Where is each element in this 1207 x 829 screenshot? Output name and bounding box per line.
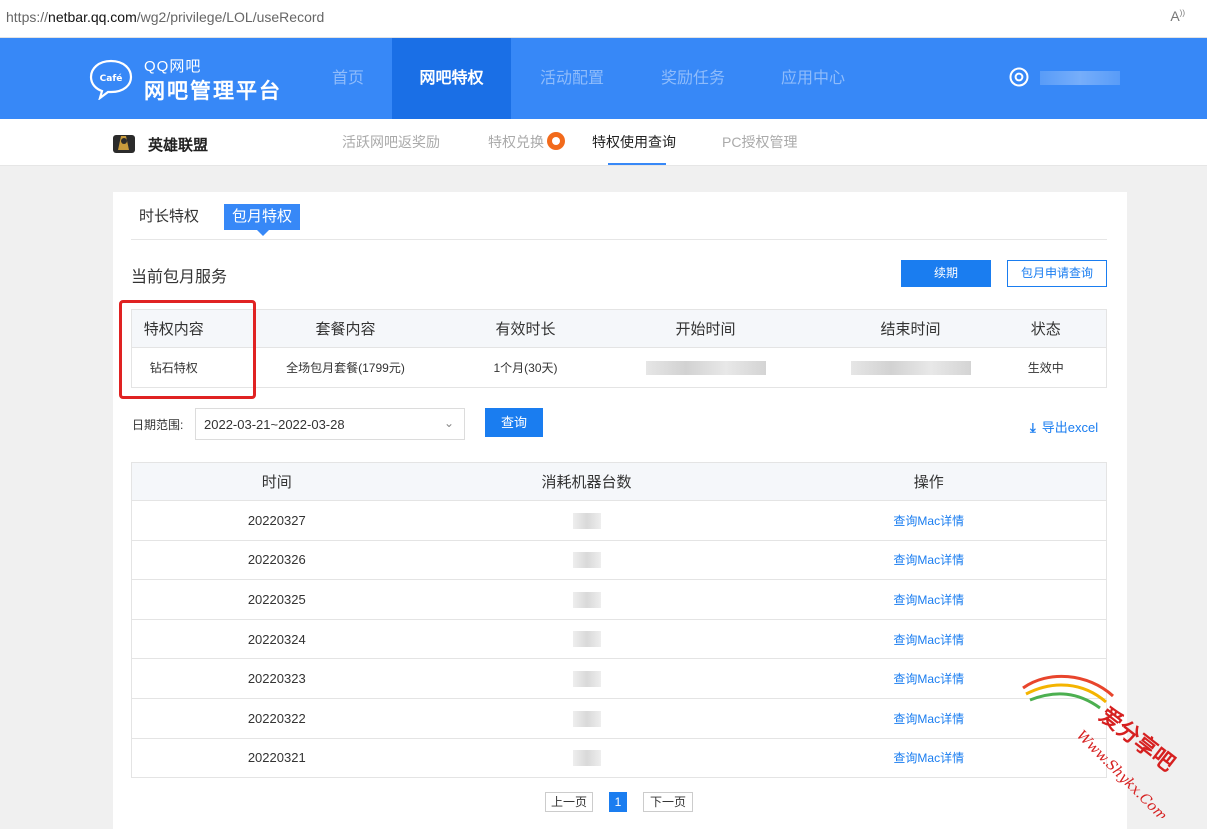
current-page-button[interactable]: 1 (609, 792, 627, 812)
tab-monthly-privilege[interactable]: 包月特权 (224, 204, 301, 236)
start-time-blurred (575, 347, 836, 388)
subnav-usage-query[interactable]: 特权使用查询 (592, 132, 676, 152)
site-watermark: 爱分享吧 Www.Shykx.Com (1022, 674, 1180, 818)
query-mac-detail-link[interactable]: 查询Mac详情 (751, 619, 1107, 660)
sub-navigation: 英雄联盟 活跃网吧返奖励 特权兑换 特权使用查询 PC授权管理 (0, 119, 1207, 166)
date-range-select[interactable]: 2022-03-21~2022-03-28 ⌄ (195, 408, 465, 440)
service-row: 钻石特权 全场包月套餐(1799元) 1个月(30天) 生效中 (131, 347, 1107, 388)
query-mac-detail-link[interactable]: 查询Mac详情 (751, 500, 1107, 541)
top-navigation: Café QQ网吧 网吧管理平台 首页 网吧特权 活动配置 奖励任务 应用中心 (0, 38, 1207, 119)
machine-count-blurred (421, 579, 752, 620)
machine-count-blurred (421, 500, 752, 541)
col-action: 操作 (751, 462, 1107, 501)
chevron-down-icon: ⌄ (443, 416, 454, 430)
row-date: 20220325 (131, 579, 422, 620)
query-mac-detail-link[interactable]: 查询Mac详情 (751, 579, 1107, 620)
user-name-blurred (1040, 71, 1120, 85)
row-date: 20220323 (131, 658, 422, 699)
date-range-label: 日期范围: (132, 418, 184, 432)
next-page-button[interactable]: 下一页 (643, 792, 693, 812)
platform-logo[interactable]: Café QQ网吧 网吧管理平台 (88, 54, 288, 104)
col-status: 状态 (985, 309, 1107, 348)
highlight-box (119, 300, 256, 399)
svg-text:Café: Café (100, 73, 123, 84)
row-date: 20220327 (131, 500, 422, 541)
records-table: 时间 消耗机器台数 操作 20220327 查询Mac详情 20220326 查询M… (131, 462, 1107, 779)
service-table: 特权内容 套餐内容 有效时长 开始时间 结束时间 状态 钻石特权 全场包月套餐(… (131, 309, 1107, 388)
subnav-privilege-exchange[interactable]: 特权兑换 (488, 132, 565, 152)
export-label: 导出excel (1041, 420, 1099, 435)
export-excel-link[interactable]: ⤓ 导出excel (1030, 417, 1098, 436)
table-row: 20220326 查询Mac详情 (131, 540, 1107, 581)
subnav-exchange-label: 特权兑换 (488, 134, 544, 150)
reader-view-icon[interactable]: A)) (1170, 8, 1185, 24)
service-table-header: 特权内容 套餐内容 有效时长 开始时间 结束时间 状态 (131, 309, 1107, 348)
logo-line2: 网吧管理平台 (144, 80, 282, 103)
url-path: /wg2/privilege/LOL/useRecord (136, 9, 325, 25)
game-name: 英雄联盟 (148, 137, 209, 154)
valid-duration: 1个月(30天) (475, 347, 576, 388)
download-icon: ⤓ (1030, 420, 1036, 435)
url-host: netbar.qq.com (48, 9, 137, 25)
gear-icon[interactable] (1008, 66, 1030, 88)
renew-button[interactable]: 续期 (901, 260, 991, 287)
col-machine-count: 消耗机器台数 (421, 462, 752, 501)
nav-app-center[interactable]: 应用中心 (760, 38, 866, 119)
machine-count-blurred (421, 658, 752, 699)
query-mac-detail-link[interactable]: 查询Mac详情 (751, 540, 1107, 581)
table-row: 20220324 查询Mac详情 (131, 619, 1107, 660)
nav-activity-config[interactable]: 活动配置 (520, 38, 624, 119)
date-range-value: 2022-03-21~2022-03-28 (204, 417, 345, 432)
table-row: 20220325 查询Mac详情 (131, 579, 1107, 620)
end-time-blurred (835, 347, 986, 388)
query-button[interactable]: 查询 (485, 408, 543, 437)
col-duration: 有效时长 (475, 309, 576, 348)
logo-line1: QQ网吧 (144, 58, 202, 75)
subnav-pc-license[interactable]: PC授权管理 (722, 132, 797, 152)
table-row: 20220323 查询Mac详情 (131, 658, 1107, 699)
section-title: 当前包月服务 (131, 269, 228, 286)
row-date: 20220321 (131, 738, 422, 779)
row-date: 20220326 (131, 540, 422, 581)
row-date: 20220324 (131, 619, 422, 660)
col-end-time: 结束时间 (835, 309, 986, 348)
row-date: 20220322 (131, 698, 422, 739)
tab-divider (131, 239, 1107, 240)
hot-badge-icon (547, 132, 565, 150)
prev-page-button[interactable]: 上一页 (545, 792, 593, 812)
machine-count-blurred (421, 698, 752, 739)
machine-count-blurred (421, 738, 752, 779)
table-row: 20220321 查询Mac详情 (131, 738, 1107, 779)
table-row: 20220322 查询Mac详情 (131, 698, 1107, 739)
status-text: 生效中 (985, 347, 1107, 388)
active-subnav-underline (608, 163, 666, 165)
table-row: 20220327 查询Mac详情 (131, 500, 1107, 541)
machine-count-blurred (421, 619, 752, 660)
records-header: 时间 消耗机器台数 操作 (131, 462, 1107, 501)
lol-game-icon (113, 135, 135, 153)
main-card: 时长特权 包月特权 当前包月服务 续期 包月申请查询 特权内容 套餐内容 有效时… (113, 192, 1127, 829)
tab-duration-privilege[interactable]: 时长特权 (131, 204, 207, 230)
cafe-logo-icon: Café (89, 59, 133, 100)
subnav-active-netbar-reward[interactable]: 活跃网吧返奖励 (342, 132, 440, 152)
url-text[interactable]: https://netbar.qq.com/wg2/privilege/LOL/… (6, 9, 324, 25)
machine-count-blurred (421, 540, 752, 581)
address-bar[interactable]: https://netbar.qq.com/wg2/privilege/LOL/… (0, 0, 1207, 38)
nav-netbar-privilege[interactable]: 网吧特权 (392, 38, 511, 119)
monthly-apply-query-button[interactable]: 包月申请查询 (1007, 260, 1107, 287)
col-time: 时间 (131, 462, 422, 501)
nav-reward-tasks[interactable]: 奖励任务 (640, 38, 746, 119)
col-start-time: 开始时间 (575, 309, 836, 348)
nav-home[interactable]: 首页 (312, 38, 384, 119)
url-prefix: https:// (6, 9, 49, 25)
